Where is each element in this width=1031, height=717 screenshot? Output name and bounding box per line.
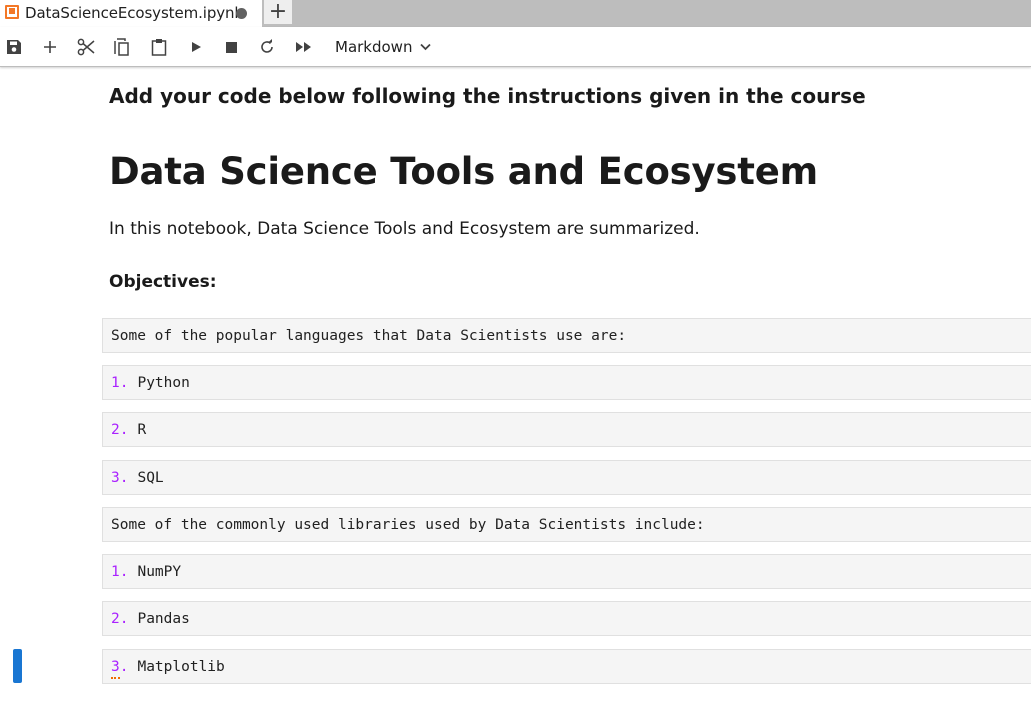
cell-text: Some of the popular languages that Data … [111, 327, 627, 344]
unsaved-dot-icon[interactable] [236, 8, 247, 19]
intro-paragraph: In this notebook, Data Science Tools and… [109, 219, 700, 239]
run-icon [192, 42, 201, 52]
run-button[interactable] [184, 35, 208, 59]
notebook-toolbar: Markdown [0, 27, 1031, 67]
paste-icon [151, 39, 167, 56]
restart-button[interactable] [255, 35, 279, 59]
code-cell[interactable]: Some of the popular languages that Data … [102, 318, 1031, 353]
cell-text: Python [137, 374, 190, 391]
cell-text: NumPY [137, 563, 182, 580]
stop-icon [225, 41, 237, 53]
list-number: 2. [111, 421, 129, 438]
notebook-icon [5, 5, 19, 19]
copy-button[interactable] [110, 35, 134, 59]
active-cell-indicator[interactable] [13, 649, 22, 683]
objectives-heading: Objectives: [109, 272, 217, 292]
run-all-icon [296, 42, 311, 52]
copy-icon [114, 38, 129, 56]
cell-text: R [137, 421, 147, 438]
list-number: 3. [111, 658, 129, 679]
cut-button[interactable] [74, 35, 98, 59]
cell-text: Some of the commonly used libraries used… [111, 516, 705, 533]
notebook-tab[interactable]: DataScienceEcosystem.ipynb [0, 0, 262, 27]
cell-text: SQL [137, 469, 164, 486]
cut-icon [77, 38, 95, 56]
tab-title: DataScienceEcosystem.ipynb [25, 4, 244, 22]
active-code-cell[interactable]: 3. Matplotlib [102, 649, 1031, 684]
cell-text: Matplotlib [137, 658, 225, 675]
cell-text: Pandas [137, 610, 190, 627]
code-cell[interactable]: 2. R [102, 412, 1031, 447]
cell-type-dropdown[interactable]: Markdown [330, 35, 432, 59]
list-number: 2. [111, 610, 129, 627]
add-icon [44, 41, 56, 53]
code-cell[interactable]: 2. Pandas [102, 601, 1031, 636]
run-all-button[interactable] [292, 35, 316, 59]
instructions-heading: Add your code below following the instru… [109, 84, 866, 108]
code-cell[interactable]: Some of the commonly used libraries used… [102, 507, 1031, 542]
notebook-panel: Add your code below following the instru… [0, 68, 1031, 717]
insert-cell-button[interactable] [38, 35, 62, 59]
notebook-title: Data Science Tools and Ecosystem [109, 150, 818, 193]
list-number: 1. [111, 563, 129, 580]
code-cell[interactable]: 3. SQL [102, 460, 1031, 495]
cell-type-label: Markdown [335, 38, 413, 56]
save-icon [7, 40, 21, 54]
list-number: 3. [111, 469, 129, 486]
save-button[interactable] [2, 35, 26, 59]
new-tab-button[interactable]: + [264, 0, 292, 24]
chevron-down-icon [420, 43, 432, 51]
code-cell[interactable]: 1. NumPY [102, 554, 1031, 589]
paste-button[interactable] [147, 35, 171, 59]
tab-bar: DataScienceEcosystem.ipynb + [0, 0, 1031, 27]
list-number: 1. [111, 374, 129, 391]
stop-button[interactable] [219, 35, 243, 59]
code-cell[interactable]: 1. Python [102, 365, 1031, 400]
restart-icon [261, 39, 273, 53]
